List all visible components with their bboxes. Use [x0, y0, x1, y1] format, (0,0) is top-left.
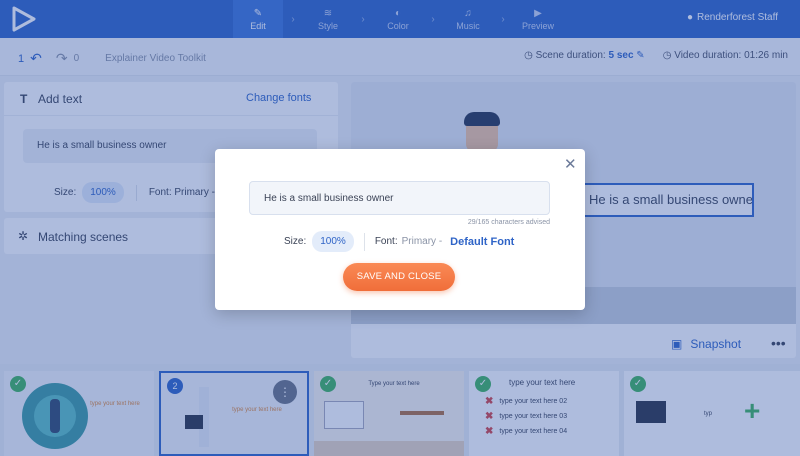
size-value[interactable]: 100%	[312, 231, 354, 252]
size-label: Size:	[284, 236, 307, 247]
default-font-link[interactable]: Default Font	[450, 236, 514, 248]
font-value: Primary -	[401, 236, 443, 247]
character-count: 29/165 characters advised	[467, 219, 550, 226]
close-icon[interactable]: ✕	[564, 155, 577, 173]
font-label: Font:	[374, 236, 398, 247]
text-input[interactable]	[249, 181, 550, 215]
edit-text-modal: ✕ 29/165 characters advised Size: 100% F…	[215, 149, 585, 310]
save-and-close-button[interactable]: SAVE AND CLOSE	[343, 263, 455, 291]
